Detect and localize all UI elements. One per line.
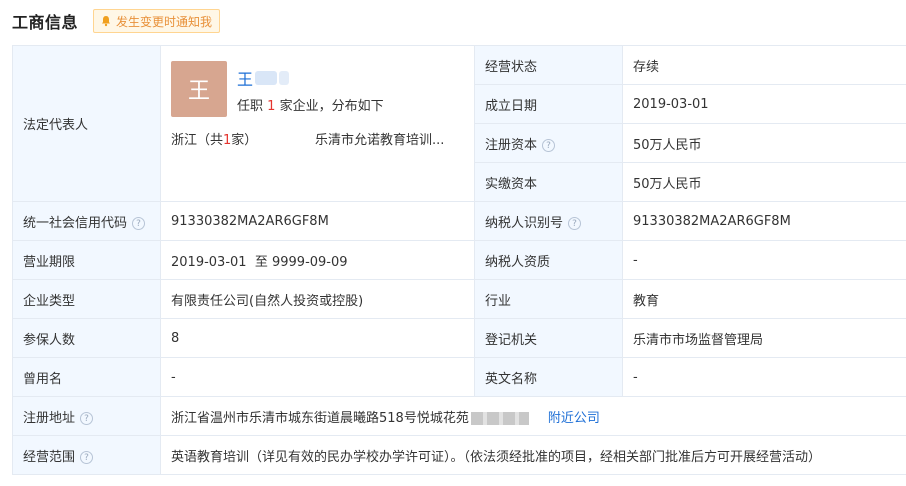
credit-code-label: 统一社会信用代码?	[12, 201, 161, 241]
company-type-label: 企业类型	[12, 279, 161, 319]
help-circle-icon[interactable]: ?	[132, 216, 146, 230]
help-circle-icon[interactable]: ?	[542, 138, 556, 152]
help-circle-icon[interactable]: ?	[568, 216, 582, 230]
taxpayer-id-label: 纳税人识别号?	[474, 201, 623, 241]
former-name-label: 曾用名	[12, 357, 161, 397]
english-name-label: 英文名称	[474, 357, 623, 397]
paid-capital-value: 50万人民币	[622, 162, 906, 202]
term-value: 2019-03-01 至 9999-09-09	[160, 240, 475, 280]
term-label: 营业期限	[12, 240, 161, 280]
help-circle-icon[interactable]: ?	[80, 450, 94, 464]
paid-capital-label: 实缴资本	[474, 162, 623, 202]
name-redaction-2	[279, 70, 290, 85]
status-label: 经营状态	[474, 45, 623, 85]
address-value-cell: 浙江省温州市乐清市城东街道晨曦路518号悦城花苑 附近公司	[160, 396, 906, 436]
authority-label: 登记机关	[474, 318, 623, 358]
legal-rep-cell: 王 王 任职 1 家企业，分布如下 浙江（共1家） 乐清市允诺教育培训...	[160, 45, 475, 202]
name-redaction	[255, 70, 278, 85]
english-name-value: -	[622, 357, 906, 397]
industry-label: 行业	[474, 279, 623, 319]
nearby-companies-link[interactable]: 附近公司	[548, 411, 600, 426]
help-circle-icon[interactable]: ?	[80, 411, 94, 425]
business-info-table: 法定代表人 王 王 任职 1 家企业，分布如下 浙江（共1家） 乐清市允诺教育培…	[12, 45, 906, 475]
bell-icon	[102, 16, 111, 27]
registered-capital-value: 50万人民币	[622, 123, 906, 163]
scope-value: 英语教育培训（详见有效的民办学校办学许可证）。（依法须经批准的项目，经相关部门批…	[160, 435, 906, 475]
legal-rep-region[interactable]: 浙江（共1家）	[171, 129, 257, 148]
notify-change-label: 发生变更时通知我	[116, 14, 213, 29]
former-name-value: -	[160, 357, 475, 397]
taxpayer-id-value: 91330382MA2AR6GF8M	[622, 201, 906, 241]
taxpayer-qual-value: -	[622, 240, 906, 280]
registered-capital-label: 注册资本?	[474, 123, 623, 163]
legal-rep-label: 法定代表人	[12, 45, 161, 202]
address-label: 注册地址?	[12, 396, 161, 436]
credit-code-value: 91330382MA2AR6GF8M	[160, 201, 475, 241]
established-label: 成立日期	[474, 84, 623, 124]
authority-value: 乐清市市场监督管理局	[622, 318, 906, 358]
legal-rep-name-link[interactable]: 王	[237, 66, 290, 90]
established-value: 2019-03-01	[622, 84, 906, 124]
scope-label: 经营范围?	[12, 435, 161, 475]
section-header: 工商信息 发生变更时通知我	[12, 9, 221, 33]
legal-rep-role: 任职 1 家企业，分布如下	[237, 98, 384, 114]
notify-change-button[interactable]: 发生变更时通知我	[93, 9, 221, 33]
legal-rep-company-link[interactable]: 乐清市允诺教育培训...	[315, 129, 444, 148]
insured-label: 参保人数	[12, 318, 161, 358]
insured-value: 8	[160, 318, 475, 358]
industry-value: 教育	[622, 279, 906, 319]
status-value: 存续	[622, 45, 906, 85]
section-title: 工商信息	[12, 13, 79, 32]
avatar[interactable]: 王	[171, 60, 227, 117]
taxpayer-qual-label: 纳税人资质	[474, 240, 623, 280]
legal-rep-name: 王	[237, 69, 254, 89]
company-type-value: 有限责任公司(自然人投资或控股)	[160, 279, 475, 319]
address-redaction	[470, 411, 529, 425]
role-count: 1	[267, 98, 276, 114]
address-value: 浙江省温州市乐清市城东街道晨曦路518号悦城花苑	[171, 410, 469, 426]
